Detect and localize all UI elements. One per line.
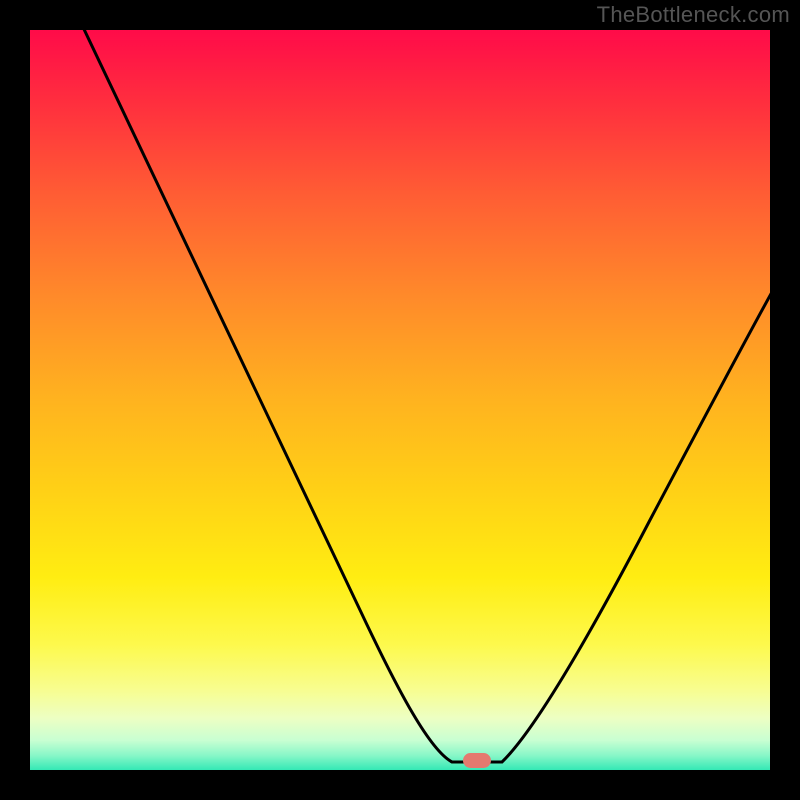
chart-frame: TheBottleneck.com xyxy=(0,0,800,800)
plot-area xyxy=(30,30,770,770)
watermark-text: TheBottleneck.com xyxy=(597,2,790,28)
optimal-point-marker xyxy=(463,753,491,768)
bottleneck-curve xyxy=(30,30,770,770)
curve-path xyxy=(82,30,770,762)
